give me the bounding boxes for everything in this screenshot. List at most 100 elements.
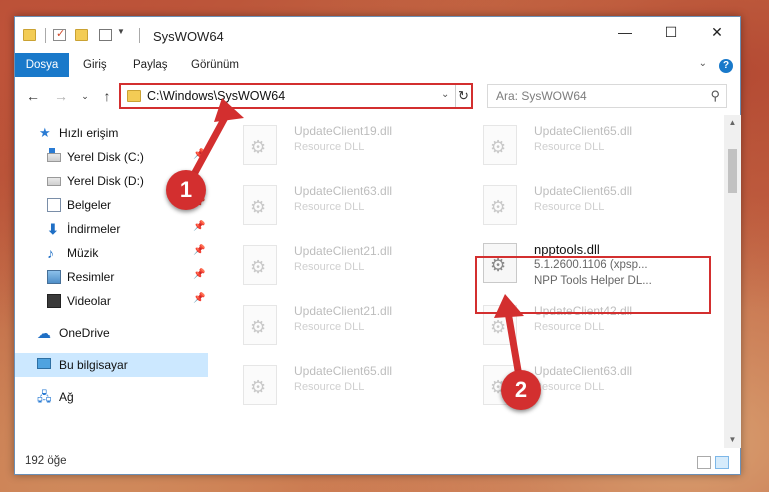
pictures-icon [47,270,61,284]
chevron-down-icon[interactable]: ⌄ [441,89,449,100]
chevron-down-icon[interactable]: ▼ [117,27,125,36]
new-folder-icon[interactable] [75,29,88,41]
music-icon: ♪ [47,245,54,261]
sidebar-item-videos[interactable]: Videolar 📌 [15,289,208,313]
search-icon[interactable]: ⚲ [710,88,720,104]
folder-icon [127,90,141,102]
sidebar-item-local-disk-c[interactable]: Yerel Disk (C:) 📌 [15,145,208,169]
file-description: Resource DLL [294,381,365,393]
pin-icon[interactable]: 📌 [193,245,205,256]
list-item[interactable]: ⚙ UpdateClient65.dll Resource DLL [477,119,707,171]
details-view-icon[interactable] [697,456,711,469]
sidebar-item-label: Yerel Disk (C:) [67,150,144,164]
large-icons-view-icon[interactable] [715,456,729,469]
list-item[interactable]: ⚙ UpdateClient21.dll Resource DLL [237,299,467,351]
search-placeholder[interactable]: Ara: SysWOW64 [496,89,587,103]
minimize-button[interactable]: — [602,17,648,47]
list-item[interactable]: ⚙ UpdateClient63.dll Resource DLL [237,179,467,231]
sidebar-item-pictures[interactable]: Resimler 📌 [15,265,208,289]
sidebar-item-network[interactable]: 🖧 Ağ [15,385,208,409]
forward-arrow-icon[interactable]: → [51,85,71,107]
file-name: UpdateClient21.dll [294,304,393,318]
videos-icon [47,294,61,308]
tab-share[interactable]: Paylaş [125,53,176,77]
sidebar-item-label: OneDrive [59,326,110,340]
tab-file[interactable]: Dosya [15,53,69,77]
refresh-icon[interactable]: ↻ [455,85,471,107]
dll-file-icon: ⚙ [243,305,277,345]
file-name: UpdateClient21.dll [294,244,393,258]
sidebar-item-downloads[interactable]: ⬇ İndirmeler 📌 [15,217,208,241]
navigation-pane: ★ Hızlı erişim Yerel Disk (C:) 📌 Yerel D… [15,115,208,445]
file-name: UpdateClient65.dll [534,184,633,198]
toolbar-separator [139,28,140,43]
scroll-down-icon[interactable]: ▼ [724,432,741,448]
scroll-up-icon[interactable]: ▲ [724,115,741,131]
help-icon[interactable]: ? [719,59,733,73]
vertical-scrollbar[interactable]: ▲ ▼ [724,115,741,448]
dll-file-icon: ⚙ [483,185,517,225]
sidebar-item-label: Müzik [67,246,99,260]
file-name: UpdateClient63.dll [294,184,393,198]
chevron-down-icon[interactable]: ⌄ [699,58,707,69]
sidebar-item-label: Bu bilgisayar [59,358,128,372]
status-bar: 192 öğe [15,451,740,475]
dll-file-icon: ⚙ [243,245,277,285]
documents-icon [47,198,61,212]
file-description: Resource DLL [534,381,605,393]
ribbon-tabs: Dosya Giriş Paylaş Görünüm ⌄ ? [15,53,740,77]
sidebar-item-label: Yerel Disk (D:) [67,174,144,188]
sidebar-item-quick-access[interactable]: ★ Hızlı erişim [15,121,208,145]
file-name: UpdateClient65.dll [534,124,633,138]
close-button[interactable]: ✕ [694,17,740,47]
npptools-highlight-box [475,256,711,314]
downloads-icon: ⬇ [47,221,59,237]
up-arrow-icon[interactable]: ↑ [97,85,117,107]
address-bar[interactable]: C:\Windows\SysWOW64 ⌄ ↻ [119,83,473,109]
pin-icon[interactable]: 📌 [193,293,205,304]
list-item[interactable]: ⚙ UpdateClient65.dll Resource DLL [237,359,467,411]
file-description: Resource DLL [294,261,365,273]
folder-icon [23,29,36,41]
dll-file-icon: ⚙ [243,185,277,225]
star-icon: ★ [39,125,51,140]
sidebar-item-music[interactable]: ♪ Müzik 📌 [15,241,208,265]
pin-icon[interactable]: 📌 [193,269,205,280]
sidebar-item-label: Ağ [59,390,74,404]
back-arrow-icon[interactable]: ← [23,85,43,107]
file-description: Resource DLL [534,201,605,213]
file-name: UpdateClient65.dll [294,364,393,378]
search-box[interactable]: Ara: SysWOW64 ⚲ [487,84,727,108]
view-options-icon[interactable] [99,29,112,41]
navigation-bar: ← → ⌄ ↑ C:\Windows\SysWOW64 ⌄ ↻ Ara: Sys… [15,81,740,111]
properties-check-icon[interactable] [53,27,66,41]
file-description: Resource DLL [294,321,365,333]
address-path[interactable]: C:\Windows\SysWOW64 [147,89,285,103]
file-description: Resource DLL [294,141,365,153]
drive-icon [47,177,61,186]
pin-icon[interactable]: 📌 [193,221,205,232]
sidebar-item-label: Hızlı erişim [59,126,119,140]
step-2-badge: 2 [501,370,541,410]
toolbar-separator [45,28,46,43]
tab-view[interactable]: Görünüm [183,53,247,77]
list-item[interactable]: ⚙ UpdateClient65.dll Resource DLL [477,179,707,231]
sidebar-item-label: Resimler [67,270,115,284]
list-item[interactable]: ⚙ UpdateClient21.dll Resource DLL [237,239,467,291]
recent-chevron-icon[interactable]: ⌄ [75,85,95,107]
pin-icon[interactable]: 📌 [193,149,205,160]
computer-icon [37,358,51,369]
scrollbar-thumb[interactable] [728,149,737,193]
sidebar-item-this-pc[interactable]: Bu bilgisayar [15,353,208,377]
list-item[interactable]: ⚙ UpdateClient19.dll Resource DLL [237,119,467,171]
file-name: UpdateClient19.dll [294,124,393,138]
tab-home[interactable]: Giriş [75,53,115,77]
title-bar: ▼ SysWOW64 — ☐ ✕ [15,17,740,53]
sidebar-item-onedrive[interactable]: ☁ OneDrive [15,321,208,345]
file-description: Resource DLL [534,141,605,153]
dll-file-icon: ⚙ [483,125,517,165]
maximize-button[interactable]: ☐ [648,17,694,47]
dll-file-icon: ⚙ [243,125,277,165]
step-1-badge: 1 [166,170,206,210]
file-name: UpdateClient63.dll [534,364,633,378]
